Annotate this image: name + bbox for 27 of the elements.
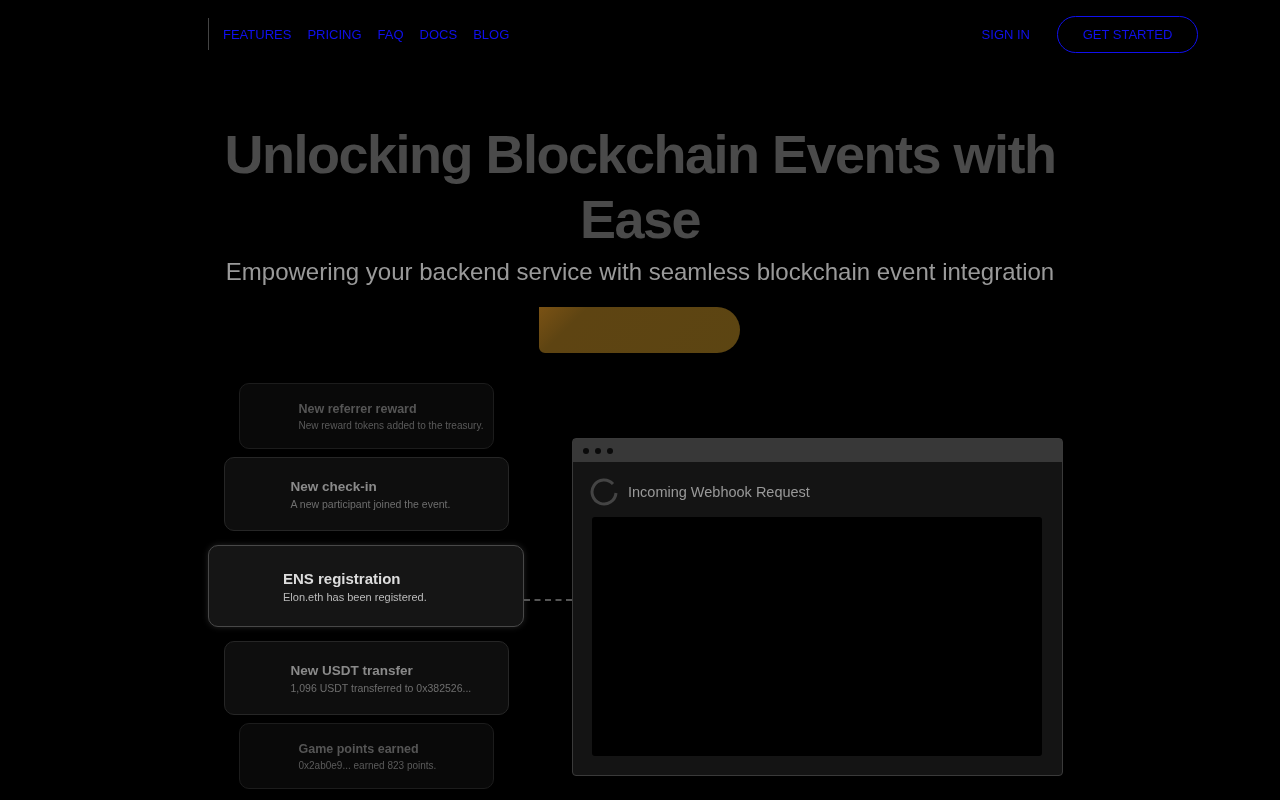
window-dots-icon (583, 447, 613, 454)
event-description: A new participant joined the event. (290, 497, 452, 510)
event-title: New check-in (290, 478, 378, 494)
event-title: New referrer reward (298, 401, 418, 416)
event-card[interactable]: ENS registration Elon.eth has been registered. (208, 545, 524, 627)
pill-button[interactable] (539, 307, 740, 353)
event-title: New USDT transfer (290, 662, 414, 678)
nav-link[interactable]: DOCS (419, 24, 458, 44)
event-card[interactable]: New referrer reward New reward tokens added to the treasury. (238, 383, 494, 449)
sign-in-link[interactable]: SIGN IN (981, 26, 1030, 42)
event-card[interactable]: New USDT transfer 1,096 USDT transferred to 0x382526... (223, 641, 509, 715)
event-title: ENS registration (283, 569, 402, 587)
event-description: 1,096 USDT transferred to 0x382526... (290, 681, 473, 694)
hero-title: Unlocking Blockchain Events with Ease (223, 123, 1057, 251)
hero-subtitle: Empowering your backend service with seamless blockchain event integration (224, 258, 1056, 286)
event-card[interactable]: Game points earned 0x2ab0e9... earned 823 points. (238, 723, 494, 789)
event-title: Game points earned (298, 741, 420, 756)
webhook-title: Incoming Webhook Request (628, 484, 810, 500)
event-card[interactable]: New check-in A new participant joined the event. (223, 457, 509, 531)
event-description: Elon.eth has been registered. (283, 590, 428, 603)
event-description: 0x2ab0e9... earned 823 points. (298, 759, 438, 771)
spinner-icon (590, 478, 618, 506)
nav-link[interactable]: FAQ (377, 24, 404, 44)
nav-link[interactable]: BLOG (473, 24, 510, 44)
event-description: New reward tokens added to the treasury. (298, 419, 485, 431)
nav-link[interactable]: PRICING (307, 24, 362, 44)
nav-link[interactable]: FEATURES (223, 24, 292, 44)
